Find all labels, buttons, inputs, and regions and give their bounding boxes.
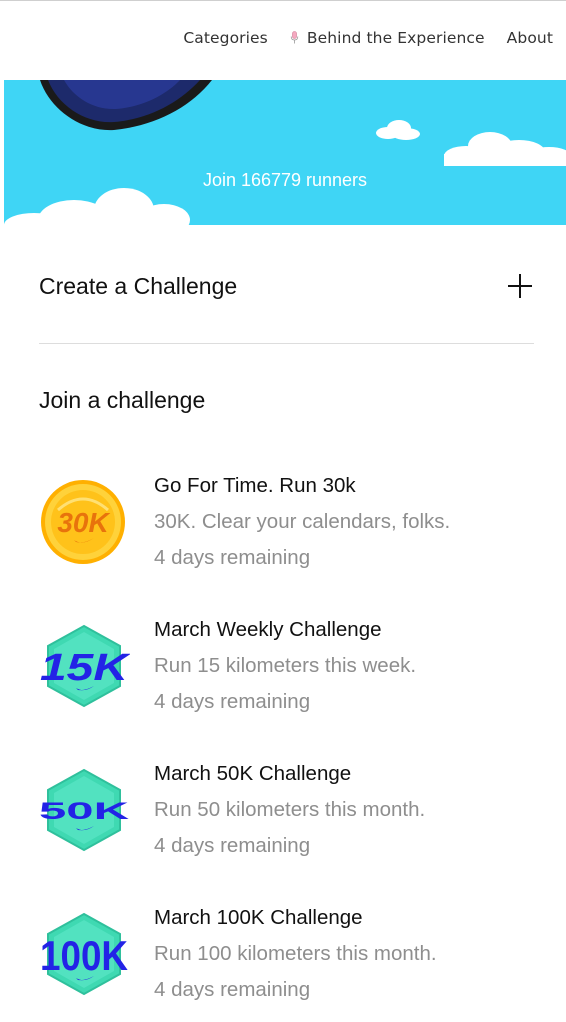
challenge-description: Run 15 kilometers this week. — [154, 654, 417, 677]
badge-100k-icon: 100K — [40, 912, 128, 996]
microphone-icon — [290, 31, 299, 44]
challenge-text: March 50K Challenge Run 50 kilometers th… — [154, 760, 425, 860]
nav-links: Categories Behind the Experience About — [183, 29, 553, 47]
badge-30k-icon: 30K — [41, 480, 125, 564]
challenge-item-100k[interactable]: 100K March 100K Challenge Run 100 kilome… — [38, 904, 538, 1014]
badge-15k-icon: 15K — [40, 624, 130, 708]
challenge-text: March 100K Challenge Run 100 kilometers … — [154, 904, 437, 1004]
nav-link-about[interactable]: About — [507, 29, 553, 47]
join-challenge-heading: Join a challenge — [39, 387, 206, 413]
challenge-text: March Weekly Challenge Run 15 kilometers… — [154, 616, 416, 716]
challenge-item-15k[interactable]: 15K March Weekly Challenge Run 15 kilome… — [38, 616, 538, 726]
create-challenge-title: Create a Challenge — [39, 272, 238, 299]
challenge-remaining: 4 days remaining — [154, 978, 311, 1001]
challenge-text: Go For Time. Run 30k 30K. Clear your cal… — [154, 472, 450, 572]
svg-text:15K: 15K — [40, 647, 130, 689]
svg-text:30K: 30K — [57, 507, 110, 538]
svg-text:50K: 50K — [39, 798, 130, 825]
challenge-item-50k[interactable]: 50K March 50K Challenge Run 50 kilometer… — [38, 760, 538, 870]
create-challenge-toggle[interactable]: Create a Challenge — [39, 266, 534, 306]
challenge-description: Run 100 kilometers this month. — [154, 942, 437, 965]
challenge-description: 30K. Clear your calendars, folks. — [154, 510, 451, 533]
challenge-name: March Weekly Challenge — [154, 618, 382, 641]
hero-banner: Join 166779 runners — [4, 80, 566, 225]
challenge-remaining: 4 days remaining — [154, 690, 311, 713]
challenge-name: March 50K Challenge — [154, 762, 352, 785]
plus-icon[interactable] — [508, 274, 532, 298]
challenge-description: Run 50 kilometers this month. — [154, 798, 426, 821]
svg-text:100K: 100K — [40, 932, 128, 979]
nav-link-categories[interactable]: Categories — [183, 29, 268, 47]
nav-link-behind-the-experience[interactable]: Behind the Experience — [290, 29, 485, 47]
challenge-remaining: 4 days remaining — [154, 546, 311, 569]
challenge-remaining: 4 days remaining — [154, 834, 311, 857]
hero-caption: Join 166779 runners — [202, 170, 368, 190]
top-navigation: Categories Behind the Experience About — [0, 0, 566, 80]
badge-50k-icon: 50K — [39, 768, 130, 852]
cloud-icon — [376, 120, 420, 140]
challenge-item-30k[interactable]: 30K Go For Time. Run 30k 30K. Clear your… — [38, 472, 538, 582]
divider — [39, 343, 534, 344]
challenge-name: March 100K Challenge — [154, 906, 363, 929]
challenge-name: Go For Time. Run 30k — [154, 474, 356, 497]
hero-illustration — [4, 80, 566, 225]
nav-link-label: Behind the Experience — [306, 29, 485, 47]
